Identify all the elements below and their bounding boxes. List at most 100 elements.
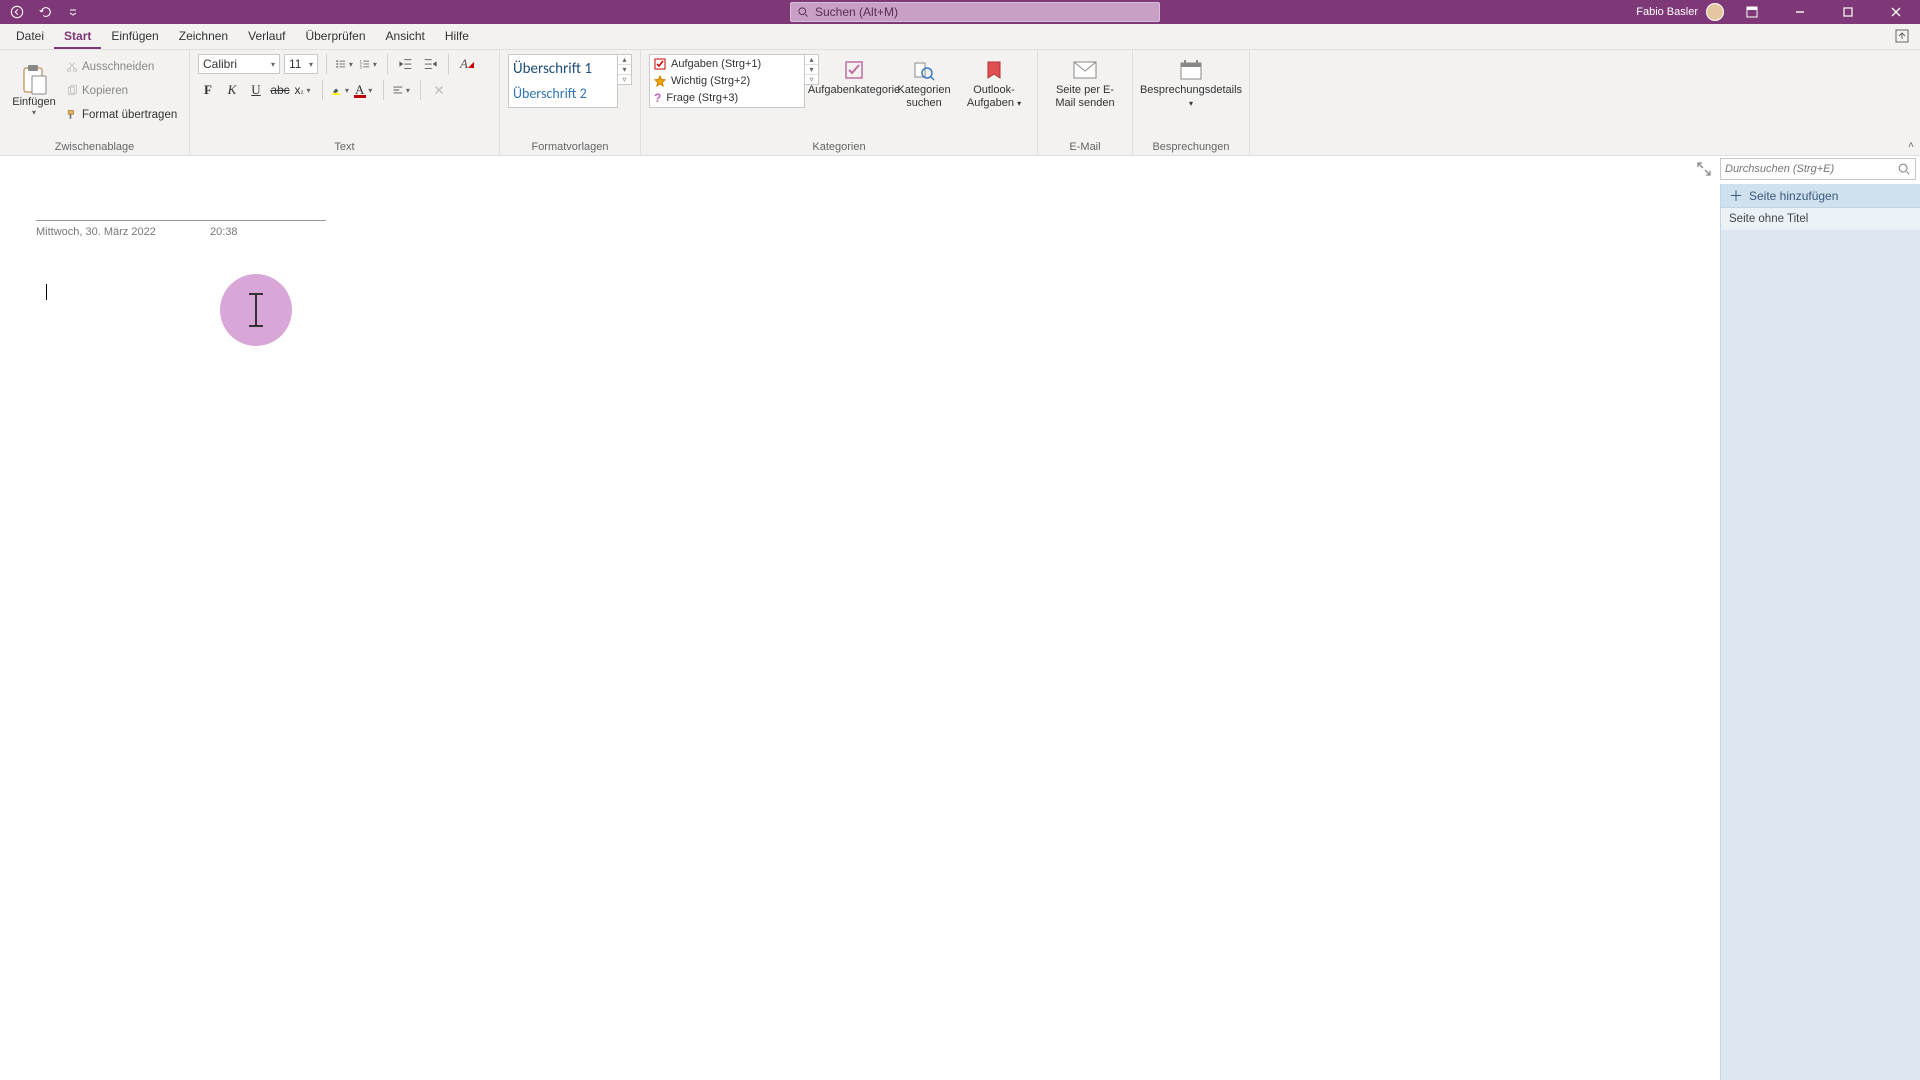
style-heading1[interactable]: Überschrift 1 [513, 60, 613, 78]
tags-more[interactable]: ▿ [805, 75, 818, 84]
user-avatar[interactable] [1706, 3, 1724, 21]
task-category-label: Aufgabenkategorie [808, 84, 900, 97]
subscript-button[interactable]: x₂▾ [294, 80, 314, 100]
page-canvas[interactable]: Mittwoch, 30. März 2022 20:38 [0, 184, 1720, 1080]
tags-gallery[interactable]: Aufgaben (Strg+1) Wichtig (Strg+2) ? Fra… [649, 54, 805, 108]
share-button[interactable] [1894, 28, 1912, 46]
page-search-input[interactable] [1725, 163, 1897, 175]
close-button[interactable] [1876, 0, 1916, 24]
tag-question-label: Frage (Strg+3) [666, 92, 738, 104]
email-group-label: E-Mail [1046, 139, 1124, 153]
search-icon [1897, 162, 1911, 176]
fullscreen-button[interactable] [1696, 161, 1712, 177]
tag-important[interactable]: Wichtig (Strg+2) [650, 72, 804, 89]
meeting-details-label: Besprechungsdetails [1140, 84, 1242, 96]
page-list-empty [1721, 230, 1920, 1080]
add-page-button[interactable]: ＋ Seite hinzufügen [1721, 184, 1920, 208]
highlight-button[interactable]: ▾ [331, 80, 351, 100]
page-list-item[interactable]: Seite ohne Titel [1721, 208, 1920, 230]
find-tags-label: Kategorien suchen [889, 84, 959, 109]
maximize-button[interactable] [1828, 0, 1868, 24]
add-page-label: Seite hinzufügen [1749, 189, 1838, 203]
task-category-button[interactable]: Aufgabenkategorie [819, 54, 889, 97]
font-size-select[interactable]: 11 ▾ [284, 54, 318, 74]
meeting-details-button[interactable]: Besprechungsdetails▾ [1141, 54, 1241, 109]
group-meetings: Besprechungsdetails▾ Besprechungen [1133, 50, 1250, 155]
page-list-item-label: Seite ohne Titel [1729, 213, 1808, 225]
outlook-tasks-label: Outlook-Aufgaben [967, 84, 1015, 109]
page-title-input[interactable] [36, 220, 326, 221]
collapse-ribbon-button[interactable]: ˄ [1908, 140, 1914, 151]
copy-button: Kopieren [66, 80, 177, 102]
group-text: Calibri ▾ 11 ▾ ▾ 123▾ A◢ F K U [190, 50, 500, 155]
ribbon-display-button[interactable] [1732, 0, 1772, 24]
outdent-button[interactable] [396, 54, 416, 74]
bold-button[interactable]: F [198, 80, 218, 100]
qat-dropdown[interactable] [62, 1, 84, 23]
outlook-tasks-button[interactable]: Outlook-Aufgaben ▾ [959, 54, 1029, 109]
tab-ueberpruefen[interactable]: Überprüfen [295, 25, 375, 49]
svg-text:3: 3 [360, 65, 362, 69]
global-search[interactable] [790, 2, 1160, 22]
text-cursor [46, 284, 47, 300]
underline-button[interactable]: U [246, 80, 266, 100]
plus-icon: ＋ [1729, 186, 1743, 206]
styles-gallery[interactable]: Überschrift 1 Überschrift 2 [508, 54, 618, 108]
clipboard-group-label: Zwischenablage [8, 139, 181, 153]
align-button[interactable]: ▾ [392, 80, 412, 100]
page-search-box[interactable] [1720, 158, 1916, 180]
indent-button[interactable] [420, 54, 440, 74]
group-tags: Aufgaben (Strg+1) Wichtig (Strg+2) ? Fra… [641, 50, 1038, 155]
numbering-button[interactable]: 123▾ [359, 54, 379, 74]
delete-button[interactable] [429, 80, 449, 100]
back-button[interactable] [6, 1, 28, 23]
page-date: Mittwoch, 30. März 2022 [36, 226, 156, 238]
tag-question[interactable]: ? Frage (Strg+3) [650, 90, 804, 107]
strikethrough-button[interactable]: abc [270, 80, 290, 100]
group-email: Seite per E-Mail senden E-Mail [1038, 50, 1133, 155]
tag-todo[interactable]: Aufgaben (Strg+1) [650, 55, 804, 72]
find-tags-button[interactable]: Kategorien suchen [889, 54, 959, 109]
tags-scroll[interactable]: ▴ ▾ ▿ [805, 54, 819, 85]
meetings-group-label: Besprechungen [1141, 139, 1241, 153]
tags-down[interactable]: ▾ [805, 65, 818, 75]
tab-verlauf[interactable]: Verlauf [238, 25, 295, 49]
styles-down[interactable]: ▾ [618, 65, 631, 75]
svg-text:2: 2 [360, 62, 362, 66]
font-name-select[interactable]: Calibri ▾ [198, 54, 280, 74]
ribbon: Einfügen ▾ Ausschneiden Kopieren Format … [0, 50, 1920, 156]
tags-up[interactable]: ▴ [805, 55, 818, 65]
tab-datei[interactable]: Datei [6, 25, 54, 49]
tab-hilfe[interactable]: Hilfe [435, 25, 479, 49]
paste-label: Einfügen [12, 96, 55, 108]
styles-group-label: Formatvorlagen [508, 139, 632, 153]
user-name[interactable]: Fabio Basler [1636, 6, 1698, 18]
font-color-button[interactable]: A▾ [355, 80, 375, 100]
text-group-label: Text [198, 139, 491, 153]
page-search-row [0, 156, 1920, 184]
clear-format-button[interactable]: A◢ [457, 54, 477, 74]
ribbon-tabs: Datei Start Einfügen Zeichnen Verlauf Üb… [0, 24, 1920, 50]
tab-ansicht[interactable]: Ansicht [376, 25, 435, 49]
font-size-value: 11 [289, 57, 301, 71]
style-heading2[interactable]: Überschrift 2 [513, 85, 613, 102]
bullets-button[interactable]: ▾ [335, 54, 355, 74]
title-bar: Seite ohne Titel - OneNote Fabio Basler [0, 0, 1920, 24]
italic-button[interactable]: K [222, 80, 242, 100]
minimize-button[interactable] [1780, 0, 1820, 24]
cursor-indicator-icon [220, 274, 292, 346]
styles-scroll[interactable]: ▴ ▾ ▿ [618, 54, 632, 85]
format-painter-button[interactable]: Format übertragen [66, 104, 177, 126]
styles-up[interactable]: ▴ [618, 55, 631, 65]
global-search-input[interactable] [815, 5, 1153, 19]
tab-start[interactable]: Start [54, 25, 101, 49]
paste-button[interactable]: Einfügen ▾ [8, 54, 60, 126]
email-page-button[interactable]: Seite per E-Mail senden [1046, 54, 1124, 109]
search-icon [797, 6, 809, 18]
svg-text:1: 1 [360, 60, 362, 64]
tab-zeichnen[interactable]: Zeichnen [169, 25, 238, 49]
tags-group-label: Kategorien [649, 139, 1029, 153]
undo-button[interactable] [34, 1, 56, 23]
tab-einfuegen[interactable]: Einfügen [101, 25, 168, 49]
styles-more[interactable]: ▿ [618, 75, 631, 84]
